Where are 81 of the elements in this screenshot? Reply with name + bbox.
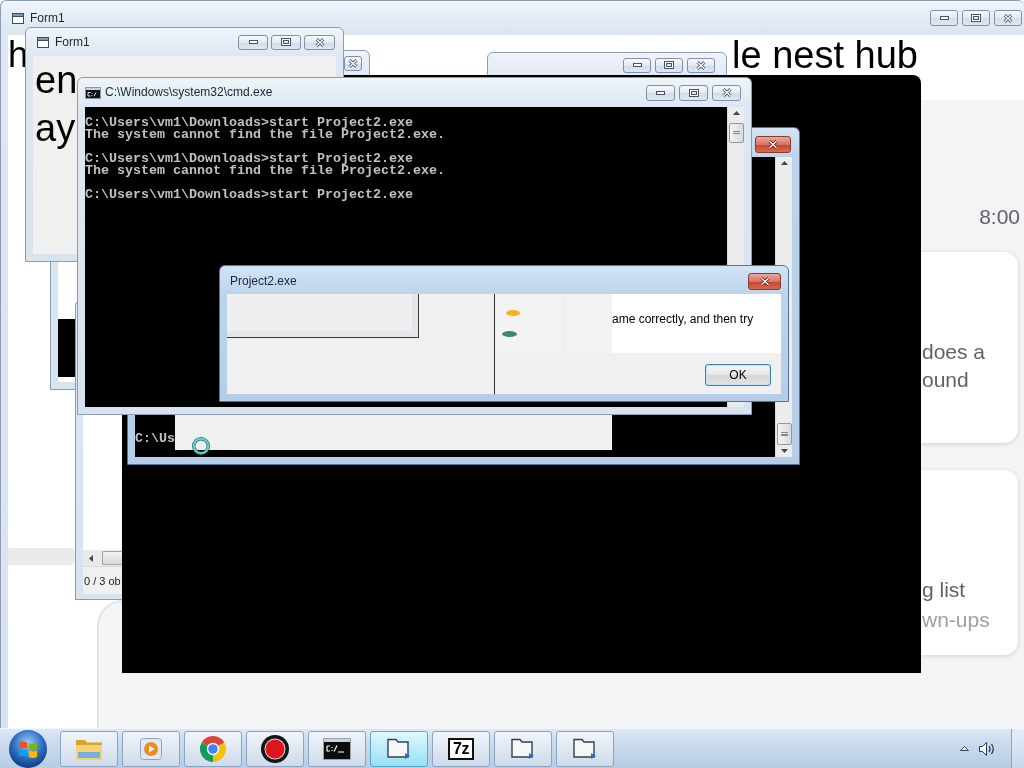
close-icon	[314, 37, 325, 47]
close-icon	[721, 88, 732, 97]
oval-icon	[506, 310, 520, 316]
maximize-button[interactable]	[655, 57, 683, 73]
console-line: C:\Users\vm1\Downloads>start Project2.exe	[85, 189, 413, 201]
minimize-icon	[248, 40, 258, 44]
dialog-message: ame correctly, and then try	[612, 311, 754, 327]
taskbar-button[interactable]: 7z	[432, 730, 490, 767]
card-title: ound	[921, 367, 970, 393]
maximize-icon	[971, 14, 981, 22]
maximize-icon	[664, 61, 674, 69]
scroll-thumb[interactable]	[776, 423, 792, 445]
console-line: C:\Users\vm1\Downloads>start Project2.exe	[85, 117, 413, 129]
minimize-icon	[632, 63, 642, 67]
app-window-icon	[37, 36, 49, 48]
minimize-button[interactable]	[623, 57, 651, 73]
logo-tile: 7z	[448, 737, 474, 760]
minimize-button[interactable]	[238, 34, 268, 50]
scroll-thumb[interactable]	[102, 551, 122, 565]
close-button[interactable]	[304, 34, 335, 50]
maximize-button[interactable]	[271, 34, 301, 50]
console-line: The system cannot find the file Project2.exe.	[85, 129, 445, 141]
start-button[interactable]	[9, 729, 47, 768]
app-window-icon	[12, 12, 24, 24]
oval-icon	[502, 331, 517, 337]
card-title: does a	[921, 339, 987, 365]
horizontal-scrollbar[interactable]	[83, 550, 122, 566]
busy-cursor-icon	[192, 437, 210, 455]
taskbar-button[interactable]	[308, 730, 366, 767]
console-line: C:\Us	[135, 431, 175, 447]
card-subtitle: wn-ups	[921, 607, 991, 633]
form-text: en	[35, 58, 78, 103]
close-icon	[696, 60, 706, 70]
caret-down-icon[interactable]	[780, 449, 788, 453]
close-icon	[348, 58, 358, 68]
folder-icon	[573, 738, 597, 759]
window-title: Form1	[30, 10, 65, 26]
maximize-button[interactable]	[679, 84, 708, 101]
close-button[interactable]	[712, 84, 741, 101]
play-icon	[140, 737, 162, 760]
caret-up-icon[interactable]	[780, 161, 788, 165]
folder-icon	[511, 738, 535, 759]
window-title: C:\Windows\system32\cmd.exe	[105, 85, 273, 100]
status-text: 0 / 3 ob	[84, 573, 121, 588]
minimize-icon	[939, 16, 949, 20]
console-icon	[323, 737, 351, 760]
form-text: ay	[35, 106, 76, 151]
maximize-button[interactable]	[962, 10, 990, 26]
speaker-icon[interactable]	[979, 741, 995, 756]
minimize-button[interactable]	[646, 84, 675, 101]
close-icon	[759, 277, 770, 286]
maximize-icon	[688, 88, 699, 97]
page-bar	[8, 548, 75, 565]
close-button[interactable]	[748, 273, 781, 290]
close-icon	[768, 139, 778, 149]
card-title: g list	[921, 577, 967, 603]
taskbar-button[interactable]	[246, 730, 304, 767]
start-orb-icon	[9, 729, 47, 768]
caret-left-icon[interactable]	[89, 554, 93, 562]
close-button[interactable]	[755, 135, 791, 153]
close-icon	[1003, 13, 1013, 23]
scroll-thumb[interactable]	[728, 123, 744, 143]
window-title: Form1	[55, 34, 90, 50]
caret-up-icon[interactable]	[960, 746, 969, 751]
minimize-icon	[656, 90, 665, 95]
record-icon	[261, 734, 289, 763]
ok-button[interactable]: OK	[705, 364, 771, 386]
close-button[interactable]	[344, 55, 362, 71]
caret-up-icon[interactable]	[732, 111, 740, 115]
maximize-icon	[281, 38, 291, 46]
heading-text: le nest hub	[732, 35, 918, 75]
close-button[interactable]	[687, 57, 715, 73]
minimize-button[interactable]	[930, 10, 958, 26]
round-logo-icon	[199, 734, 227, 763]
folder-icon	[387, 738, 411, 759]
close-button[interactable]	[994, 10, 1022, 26]
time-label: 8:00	[979, 205, 1020, 229]
window-title: Project2.exe	[230, 274, 297, 289]
console-icon	[85, 86, 101, 99]
console-line: The system cannot find the file Project2.exe.	[85, 165, 445, 177]
console-line: C:\Users\vm1\Downloads>start Project2.exe	[85, 153, 413, 165]
